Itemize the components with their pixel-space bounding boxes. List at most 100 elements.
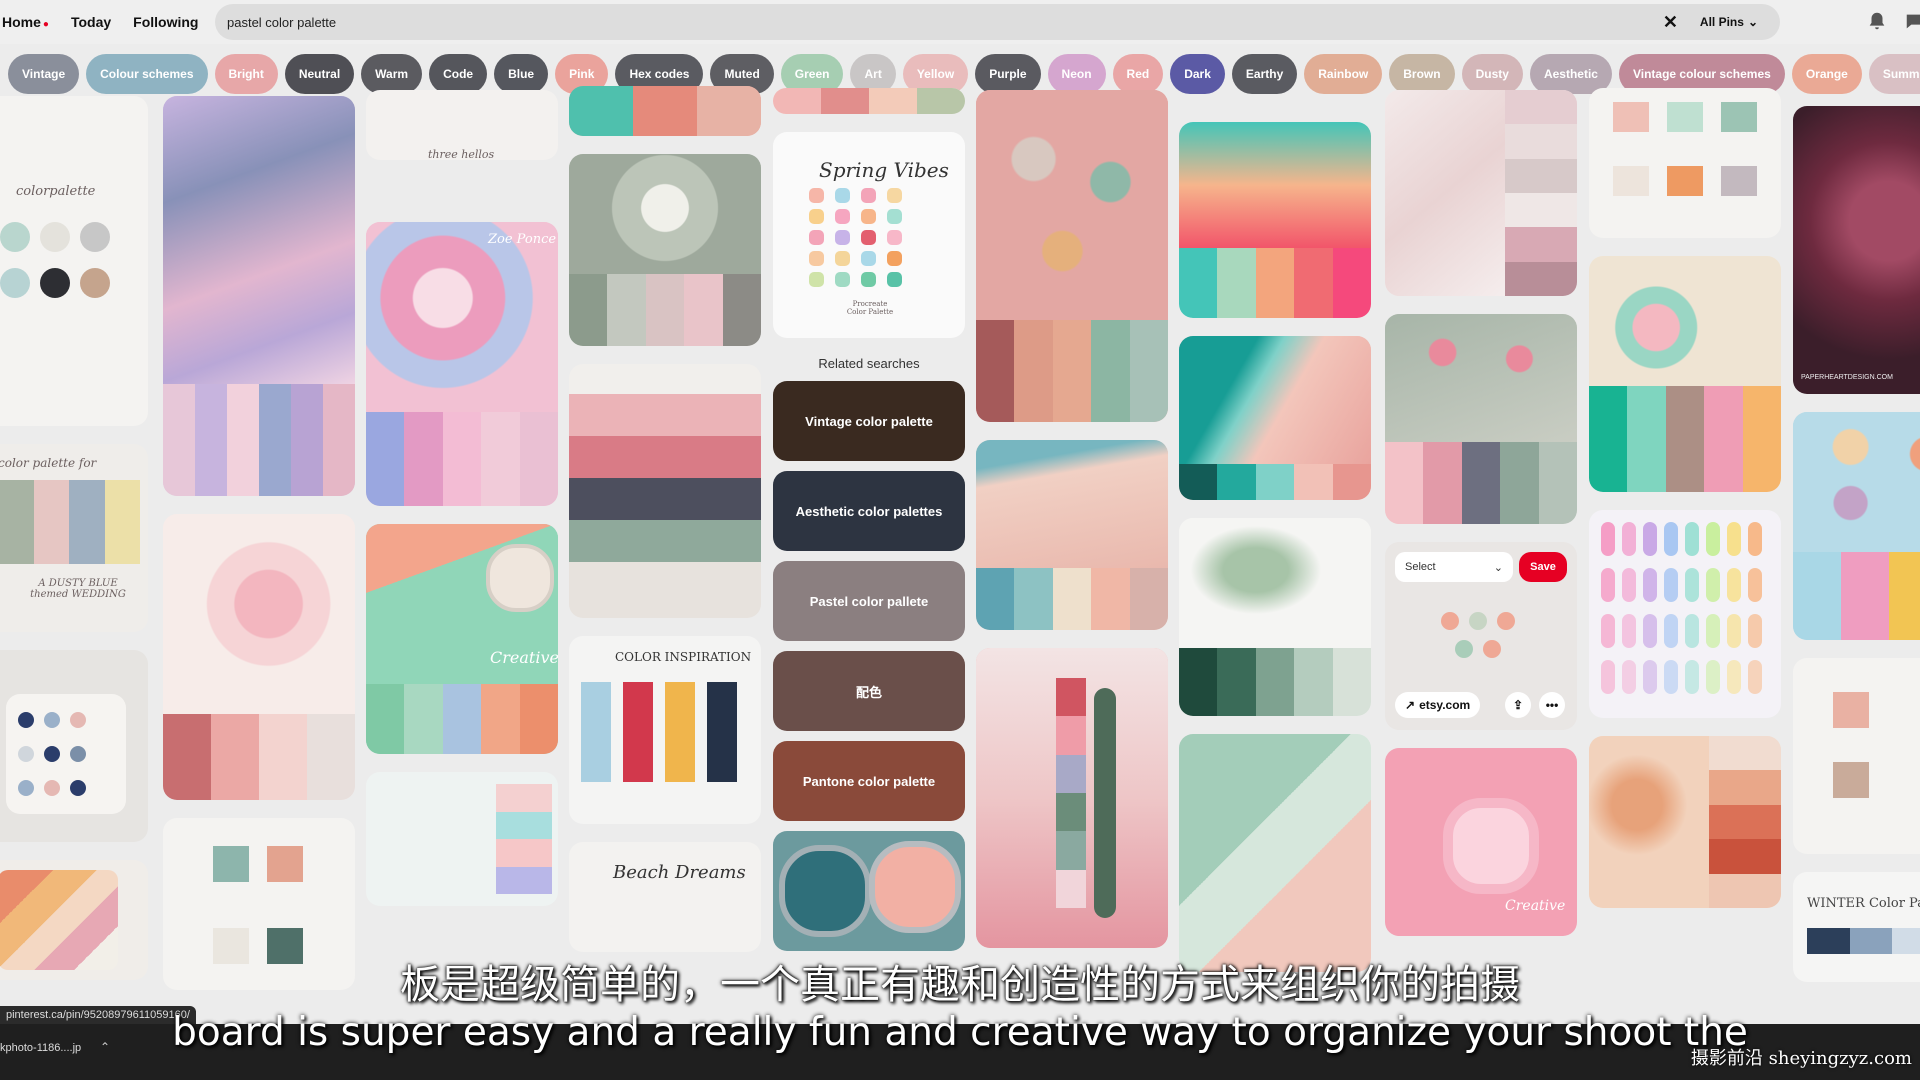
pin-beach-dreams[interactable]: Beach Dreams [569, 842, 761, 952]
pin-swatch-grid[interactable] [1589, 88, 1781, 238]
filter-chip[interactable]: Purple [975, 54, 1041, 94]
pin-dusty-blue-wedding[interactable]: color palette for A DUSTY BLUE themed WE… [0, 444, 148, 632]
nav-following[interactable]: Following [133, 14, 198, 30]
pin-macarons[interactable] [1589, 256, 1781, 492]
pin-teal-top[interactable] [569, 86, 761, 136]
swatch [861, 230, 876, 245]
pin-cherry-blossom[interactable]: Zoe Ponce [366, 222, 558, 506]
swatch [1833, 692, 1869, 728]
related-search-item[interactable]: Vintage color palette [773, 381, 965, 461]
pin-prickly-pear[interactable] [1385, 314, 1577, 524]
pin-sunday[interactable] [366, 772, 558, 906]
filter-chip[interactable]: Warm [361, 54, 423, 94]
pin-column-4: COLOR INSPIRATION Beach Dreams [569, 86, 761, 970]
filter-chip[interactable]: Red [1112, 54, 1164, 94]
bell-icon[interactable] [1866, 10, 1888, 32]
pin-pastel-sky[interactable] [163, 96, 355, 496]
pin-pastel-swatches[interactable] [1589, 510, 1781, 718]
palette-stripes [976, 320, 1168, 422]
filter-chip[interactable]: Blue [494, 54, 549, 94]
filter-chip[interactable]: Neon [1047, 54, 1106, 94]
filter-chip[interactable]: Bright [214, 54, 278, 94]
pin-caption: A DUSTY BLUE themed WEDDING [30, 578, 126, 600]
pin-color-inspiration[interactable]: COLOR INSPIRATION [569, 636, 761, 824]
pin-ocean-shore[interactable] [1179, 336, 1371, 500]
pin-beach-aerial[interactable] [976, 440, 1168, 630]
filter-chip[interactable]: Orange [1791, 54, 1862, 94]
pin-title: Beach Dreams [613, 862, 746, 883]
pin-title: three hellos [428, 148, 495, 160]
close-icon[interactable]: ✕ [1663, 12, 1678, 33]
sky-image [163, 96, 355, 384]
swatch [835, 188, 850, 203]
filter-chip[interactable]: Summer [1868, 54, 1920, 94]
filter-chip[interactable]: Code [429, 54, 488, 94]
pin-marble[interactable] [1385, 90, 1577, 296]
more-options-icon[interactable]: ••• [1539, 692, 1565, 718]
pin-dark-roses[interactable]: PAPERHEARTDESIGN.COM [1793, 106, 1920, 394]
palette-stripes [496, 784, 552, 894]
related-search-item[interactable]: Pastel color pallete [773, 561, 965, 641]
swatch [665, 682, 695, 782]
pin-donut[interactable]: Creative [1385, 748, 1577, 936]
swatch [835, 272, 850, 287]
pin-beige-swatches[interactable] [1793, 658, 1920, 854]
pin-blue-macarons[interactable] [1793, 412, 1920, 640]
pin-watermark: PAPERHEARTDESIGN.COM [1801, 374, 1893, 381]
swatch [861, 272, 876, 287]
pin-eucalyptus[interactable] [1179, 518, 1371, 716]
messages-icon[interactable] [1904, 10, 1920, 32]
swatch [1622, 614, 1636, 648]
share-icon[interactable]: ⇪ [1505, 692, 1531, 718]
filter-chip[interactable]: Neutral [284, 54, 355, 94]
swatch [1622, 522, 1636, 556]
pin-coffee-beans[interactable]: Creative [366, 524, 558, 754]
pin-selected-dots[interactable]: Select ⌄ Save ↗ etsy.com ⇪ ••• [1385, 542, 1577, 730]
palette-stripes [1589, 386, 1781, 492]
pin-dotted-pillow[interactable] [0, 650, 148, 842]
filter-chip[interactable]: Dusty [1461, 54, 1523, 94]
nav-home[interactable]: Home ● [2, 14, 49, 30]
pin-sunset-gradient[interactable] [1179, 122, 1371, 318]
gradient-image [1179, 122, 1371, 248]
pin-cactus[interactable] [976, 648, 1168, 948]
pin-horizontal-stripes[interactable] [569, 364, 761, 618]
pin-top-strip[interactable] [773, 88, 965, 114]
swatch [1667, 102, 1703, 132]
dot [1469, 612, 1487, 630]
related-search-item[interactable]: Pantone color palette [773, 741, 965, 821]
pin-watermark: Creative [1505, 898, 1566, 914]
palette-stripes [1807, 928, 1920, 954]
nav-today[interactable]: Today [71, 14, 111, 30]
filter-chip[interactable]: Colour schemes [86, 54, 208, 94]
filter-chip[interactable]: Vintage [8, 54, 80, 94]
filter-chip[interactable]: Rainbow [1304, 54, 1383, 94]
board-select-dropdown[interactable]: Select ⌄ [1395, 552, 1513, 582]
pin-color-palette[interactable]: colorpalette [0, 96, 148, 426]
dot [1497, 612, 1515, 630]
pin-paint-cans[interactable] [773, 831, 965, 951]
filter-chip[interactable]: Dark [1170, 54, 1225, 94]
filter-chip[interactable]: Earthy [1231, 54, 1298, 94]
swatch [1833, 762, 1869, 798]
cactus-stem [1094, 688, 1116, 918]
filter-chip[interactable]: Brown [1389, 54, 1455, 94]
save-button[interactable]: Save [1519, 552, 1567, 582]
pin-pink-roses[interactable] [163, 514, 355, 800]
all-pins-dropdown[interactable]: All Pins ⌄ [1700, 15, 1758, 29]
pin-three-hellos[interactable]: three hellos [366, 90, 558, 160]
search-input[interactable] [215, 13, 1663, 31]
search-bar[interactable]: ✕ All Pins⌄ [215, 4, 1780, 40]
pin-mint-collage[interactable] [1179, 734, 1371, 972]
related-search-item[interactable]: Aesthetic color palettes [773, 471, 965, 551]
pin-dried-flowers[interactable] [569, 154, 761, 346]
macarons-image [1793, 412, 1920, 552]
pin-clay-bowls[interactable] [976, 90, 1168, 422]
swatch [887, 272, 902, 287]
source-link[interactable]: ↗ etsy.com [1395, 692, 1481, 718]
pin-spring-vibes[interactable]: Spring Vibes Procreate Color Palette [773, 132, 965, 338]
related-search-item[interactable]: 配色 [773, 651, 965, 731]
blossom-image [366, 222, 558, 412]
dot [18, 712, 34, 728]
pin-autumn-tree[interactable] [1589, 736, 1781, 908]
